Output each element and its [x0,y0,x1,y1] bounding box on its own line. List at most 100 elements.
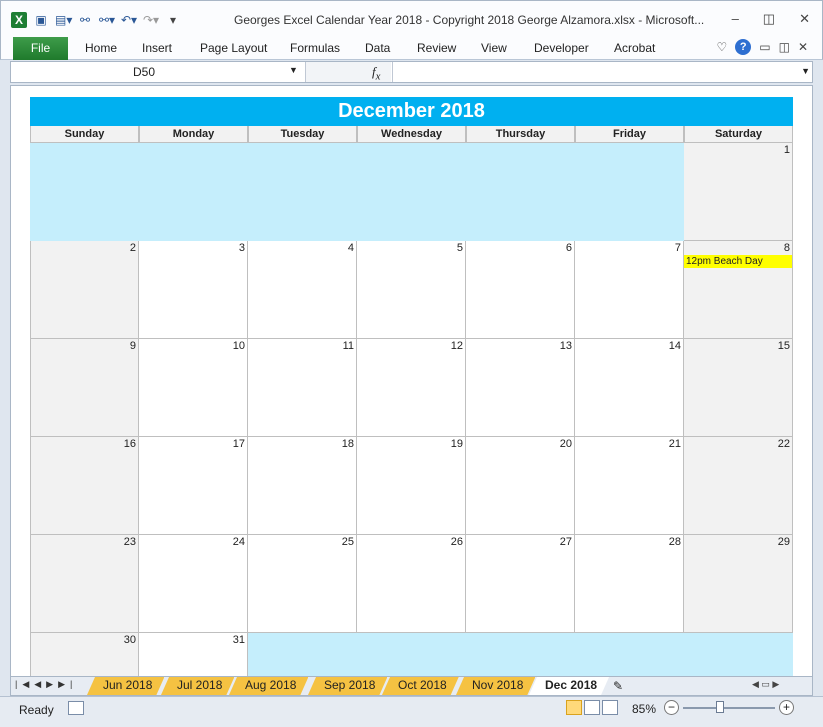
redo-icon[interactable]: ↷▾ [143,12,159,28]
day-cell[interactable]: 2 [30,241,139,339]
horizontal-scrollbar[interactable]: ◀ ▭ ▶ [752,679,808,693]
tab-insert[interactable]: Insert [142,41,172,55]
day-cell[interactable]: 20 [466,437,575,535]
day-cell[interactable]: 17 [139,437,248,535]
doc-close-icon[interactable]: ✕ [798,40,808,54]
day-cell[interactable]: 28 [575,535,684,633]
day-cell[interactable]: 8 12pm Beach Day [684,241,793,339]
tab-developer[interactable]: Developer [534,41,589,55]
blank-cell[interactable] [248,143,357,241]
day-cell[interactable]: 31 [139,633,248,676]
doc-restore-icon[interactable]: ◫ [779,40,790,54]
normal-view-icon[interactable] [566,700,582,715]
undo-icon[interactable]: ↶▾ [121,12,137,28]
blank-cell[interactable] [248,633,357,676]
sheet-nav-icons[interactable]: |◀◀▶▶| [15,679,77,690]
insert-function-icon[interactable]: fx [372,64,380,83]
blank-cell[interactable] [575,633,684,676]
zoom-slider[interactable] [683,707,775,709]
save-icon[interactable]: ▣ [33,12,49,28]
day-cell[interactable]: 13 [466,339,575,437]
sheet-tab[interactable]: Jul 2018 [161,677,234,695]
day-cell[interactable]: 18 [248,437,357,535]
weekday-sunday: Sunday [30,126,139,143]
close-button[interactable]: ✕ [799,11,810,27]
blank-cell[interactable] [466,633,575,676]
customize-qat-icon[interactable]: ▾ [165,12,181,28]
day-number: 12 [450,340,463,352]
name-box[interactable]: D50 ▼ [11,62,303,82]
day-cell[interactable]: 3 [139,241,248,339]
day-cell[interactable]: 22 [684,437,793,535]
view-buttons [566,700,618,715]
tab-formulas[interactable]: Formulas [290,41,340,55]
tab-review[interactable]: Review [417,41,456,55]
blank-cell[interactable] [30,143,139,241]
day-number: 18 [341,438,354,450]
day-cell[interactable]: 16 [30,437,139,535]
day-cell[interactable]: 30 [30,633,139,676]
sheet-tab[interactable]: Jun 2018 [87,677,164,695]
restore-button[interactable]: ◫ [763,11,775,27]
doc-minimize-icon[interactable]: ▭ [759,40,770,54]
day-cell[interactable]: 23 [30,535,139,633]
day-cell[interactable]: 9 [30,339,139,437]
sheet-tab[interactable]: Sep 2018 [308,677,387,695]
binoculars-icon[interactable]: ⚯ [77,12,93,28]
page-layout-view-icon[interactable] [584,700,600,715]
tab-data[interactable]: Data [365,41,390,55]
day-cell[interactable]: 24 [139,535,248,633]
worksheet[interactable]: December 2018 Sunday Monday Tuesday Wednesd… [10,85,813,677]
day-cell[interactable]: 4 [248,241,357,339]
day-cell[interactable]: 11 [248,339,357,437]
zoom-out-button[interactable]: − [664,700,679,715]
sheet-tab[interactable]: Dec 2018 [529,677,609,695]
zoom-slider-handle[interactable] [716,701,724,713]
record-macro-icon[interactable] [68,701,84,715]
tab-acrobat[interactable]: Acrobat [614,41,655,55]
help-icon[interactable]: ? [735,39,752,55]
blank-cell[interactable] [684,633,793,676]
binoculars-dropdown-icon[interactable]: ⚯▾ [99,12,115,28]
day-cell[interactable]: 26 [357,535,466,633]
day-number: 23 [123,536,136,548]
blank-cell[interactable] [575,143,684,241]
name-box-dropdown-icon[interactable]: ▼ [289,65,298,75]
formula-input[interactable] [392,62,798,82]
day-cell[interactable]: 19 [357,437,466,535]
blank-cell[interactable] [466,143,575,241]
excel-icon[interactable]: X [11,12,27,28]
minimize-button[interactable]: – [732,11,739,27]
form-icon[interactable]: ▤▾ [55,12,72,28]
day-number: 11 [342,340,354,352]
day-cell[interactable]: 10 [139,339,248,437]
calendar-event[interactable]: 12pm Beach Day [684,255,792,268]
day-cell[interactable]: 7 [575,241,684,339]
day-cell[interactable]: 21 [575,437,684,535]
expand-formula-bar-icon[interactable]: ▼ [801,66,810,76]
zoom-in-button[interactable]: + [779,700,794,715]
day-cell[interactable]: 14 [575,339,684,437]
day-cell[interactable]: 27 [466,535,575,633]
page-break-view-icon[interactable] [602,700,618,715]
blank-cell[interactable] [357,143,466,241]
blank-cell[interactable] [139,143,248,241]
day-cell[interactable]: 1 [684,143,793,241]
day-cell[interactable]: 15 [684,339,793,437]
tab-file[interactable]: File [13,37,68,60]
zoom-level[interactable]: 85% [632,702,656,716]
day-cell[interactable]: 6 [466,241,575,339]
day-cell[interactable]: 25 [248,535,357,633]
tab-home[interactable]: Home [85,41,117,55]
collapse-ribbon-icon[interactable]: ♡ [716,40,727,54]
insert-sheet-icon[interactable]: ✎ [613,679,623,693]
sheet-tab[interactable]: Nov 2018 [456,677,535,695]
day-cell[interactable]: 29 [684,535,793,633]
sheet-tab[interactable]: Oct 2018 [382,677,459,695]
sheet-tab[interactable]: Aug 2018 [229,677,308,695]
day-cell[interactable]: 12 [357,339,466,437]
blank-cell[interactable] [357,633,466,676]
tab-view[interactable]: View [481,41,507,55]
tab-page-layout[interactable]: Page Layout [200,41,267,55]
day-cell[interactable]: 5 [357,241,466,339]
